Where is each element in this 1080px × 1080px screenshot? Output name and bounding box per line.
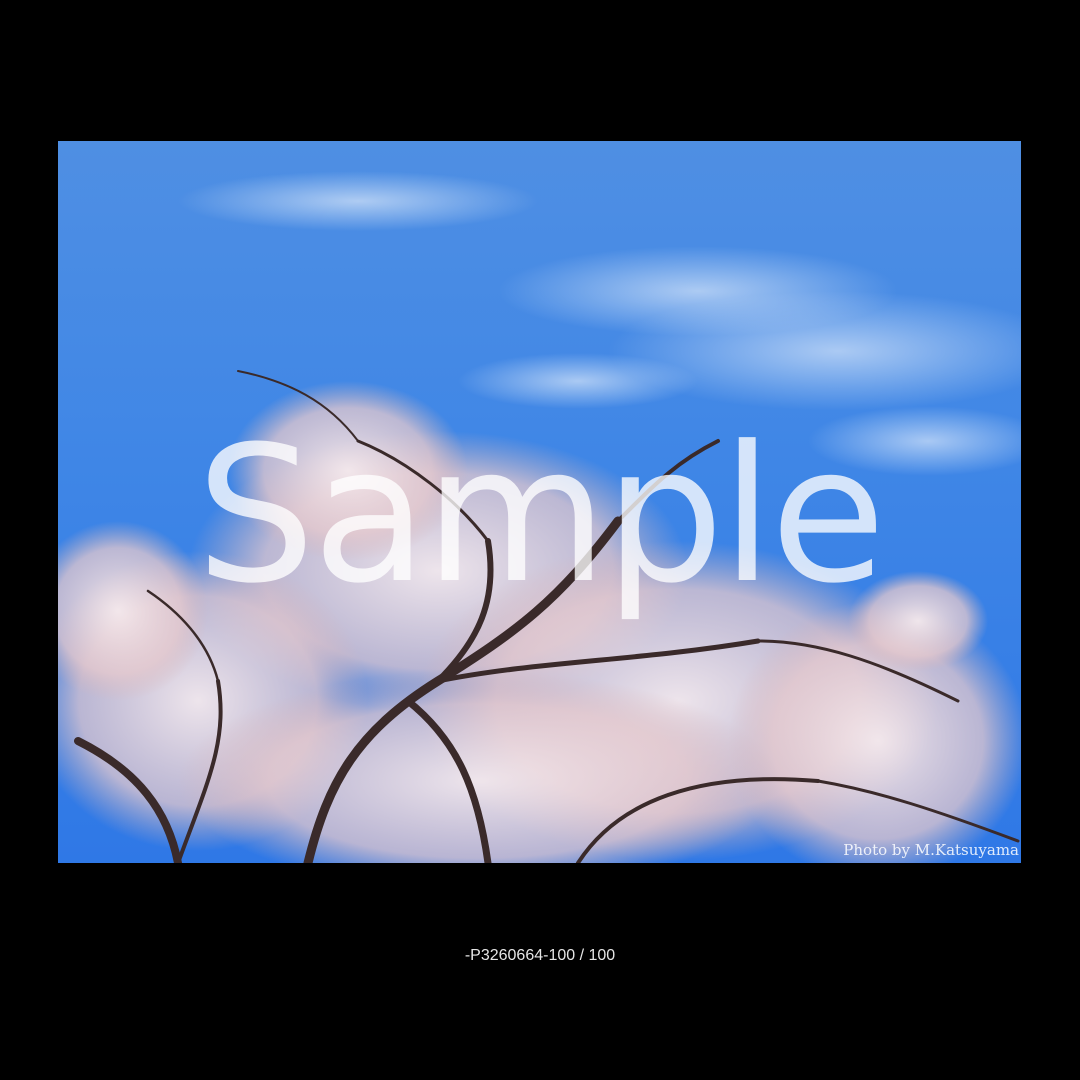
photo: Sample Photo by M.Katsuyama [58,141,1021,863]
viewer-frame: Sample Photo by M.Katsuyama -P3260664-10… [0,0,1080,1080]
photo-credit: Photo by M.Katsuyama [843,841,1019,859]
photo-image [58,171,1021,863]
image-caption: -P3260664-100 / 100 [464,947,616,964]
